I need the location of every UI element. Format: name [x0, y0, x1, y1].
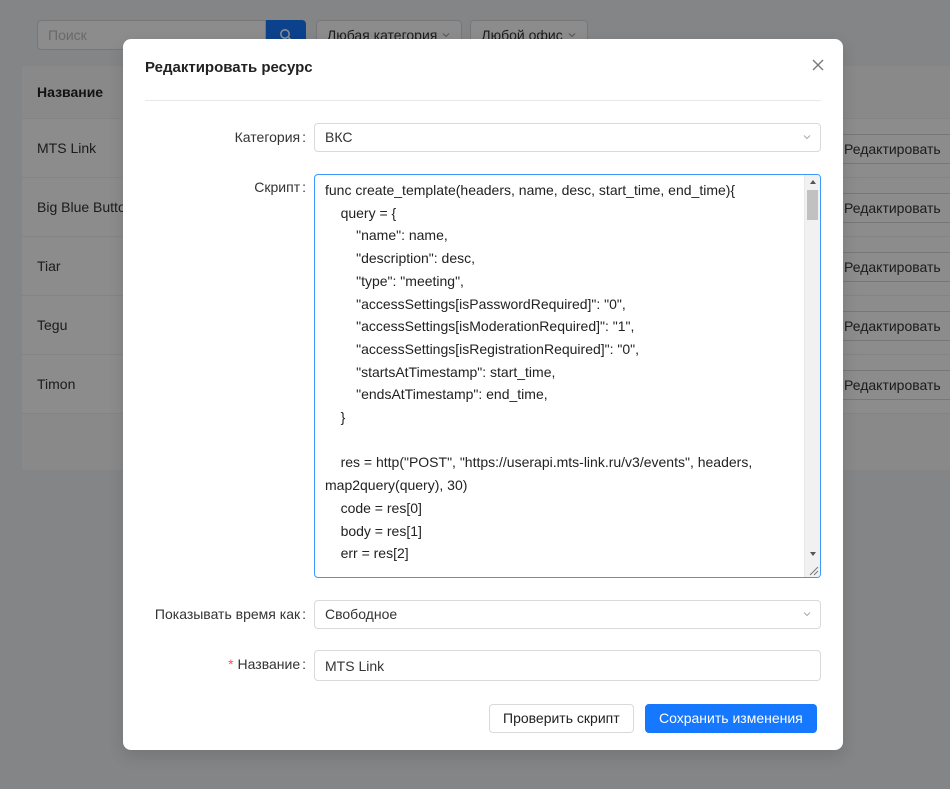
- script-label: Скрипт:: [254, 179, 306, 195]
- scroll-down-arrow[interactable]: [805, 547, 820, 561]
- name-label: * Название:: [228, 656, 306, 672]
- scroll-thumb[interactable]: [807, 190, 818, 220]
- edit-resource-modal: Редактировать ресурс Категория: ВКС Скри…: [123, 39, 843, 750]
- modal-title: Редактировать ресурс: [145, 59, 313, 76]
- name-label-text: Название: [237, 656, 301, 672]
- chevron-down-icon: [803, 135, 811, 140]
- time-display-select[interactable]: Свободное: [314, 600, 821, 629]
- close-button[interactable]: [808, 55, 828, 75]
- check-script-button[interactable]: Проверить скрипт: [489, 704, 634, 733]
- arrow-down-icon: [809, 552, 816, 556]
- time-display-label-text: Показывать время как: [154, 606, 301, 622]
- time-display-value: Свободное: [325, 606, 398, 622]
- time-display-label: Показывать время как:: [154, 606, 306, 622]
- resize-icon: [809, 566, 819, 576]
- script-textarea[interactable]: func create_template(headers, name, desc…: [314, 174, 821, 578]
- chevron-down-icon: [803, 612, 811, 617]
- arrow-up-icon: [809, 180, 816, 184]
- category-select[interactable]: ВКС: [314, 123, 821, 152]
- close-icon: [812, 59, 824, 71]
- category-label-text: Категория: [234, 129, 301, 145]
- category-label: Категория:: [234, 129, 306, 145]
- category-value: ВКС: [325, 129, 353, 145]
- script-content[interactable]: func create_template(headers, name, desc…: [325, 179, 803, 565]
- scroll-up-arrow[interactable]: [805, 175, 820, 189]
- required-mark: *: [228, 656, 234, 672]
- modal-divider: [145, 100, 821, 101]
- name-input[interactable]: [314, 650, 821, 681]
- script-scrollbar[interactable]: [804, 175, 820, 577]
- resize-grip[interactable]: [805, 563, 820, 577]
- save-changes-button[interactable]: Сохранить изменения: [645, 704, 817, 733]
- script-label-text: Скрипт: [254, 179, 301, 195]
